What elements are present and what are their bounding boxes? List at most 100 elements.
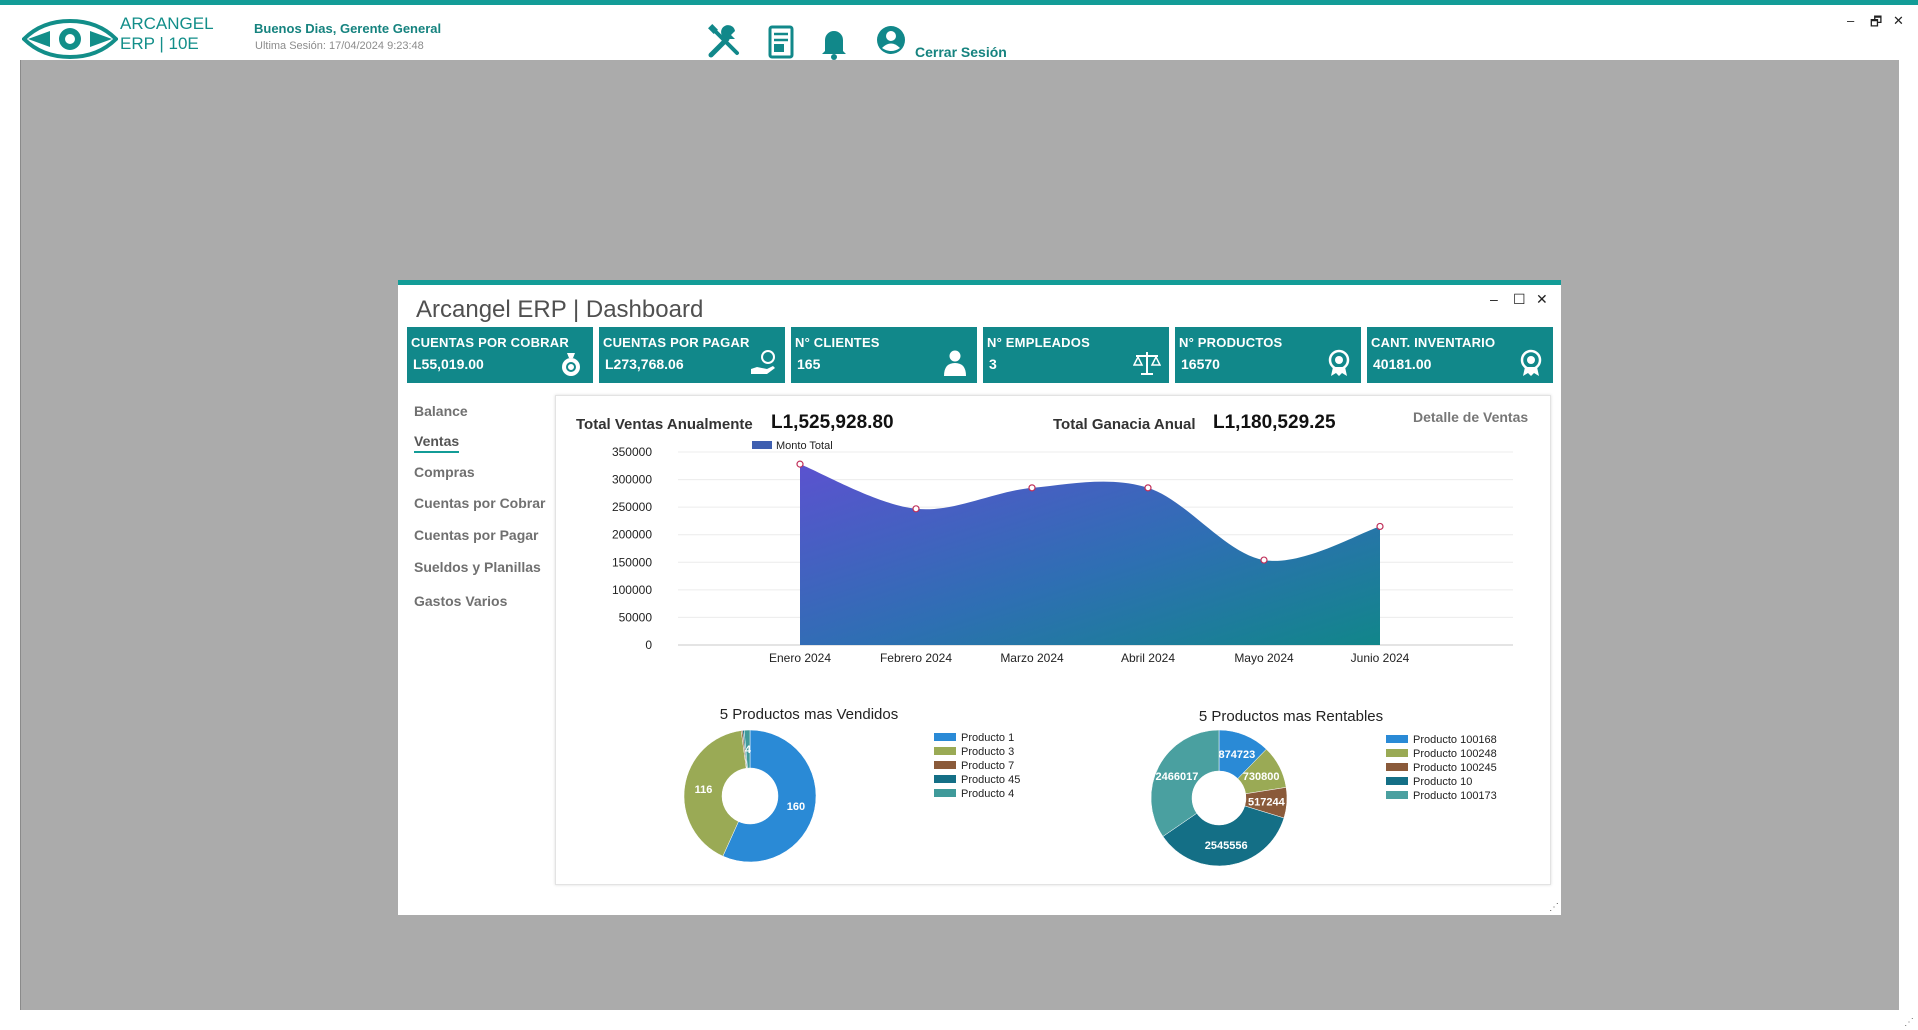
window-resize-grip[interactable]: ⋰ <box>1904 1017 1914 1028</box>
mdi-workspace: Arcangel ERP | Dashboard – ☐ ✕ CUENTAS P… <box>20 60 1899 1010</box>
menu-item-balance[interactable]: Balance <box>414 403 468 419</box>
app-header: ARCANGEL ERP | 10E Buenos Dias, Gerente … <box>0 5 1918 60</box>
vendidos-legend-label: Producto 7 <box>961 760 1014 772</box>
ventas-area-chart: 0 50000 100000 150000 200000 250000 300000 3500… <box>612 440 1513 867</box>
rentables-legend-label: Producto 100168 <box>1413 734 1497 746</box>
card-value: L55,019.00 <box>413 356 484 372</box>
rentables-legend-swatch <box>1386 763 1408 771</box>
app-close-button[interactable]: ✕ <box>1893 13 1904 29</box>
y-tick-label: 350000 <box>612 445 652 459</box>
card-value: 165 <box>797 356 821 372</box>
report-icon[interactable] <box>762 23 800 61</box>
data-point <box>912 505 920 513</box>
vendidos-legend-swatch <box>934 775 956 783</box>
card-value: 40181.00 <box>1373 356 1432 372</box>
resize-grip[interactable]: ⋰ <box>1549 902 1559 913</box>
greeting: Buenos Dias, Gerente General <box>254 21 442 36</box>
app-minimize-button[interactable]: – <box>1847 13 1854 28</box>
rentables-legend-label: Producto 100245 <box>1413 762 1497 774</box>
ventas-panel: Total Ventas Anualmente L1,525,928.80 To… <box>555 395 1551 885</box>
dashboard-title: Arcangel ERP | Dashboard <box>416 296 704 323</box>
data-point <box>1376 522 1384 531</box>
vendidos-title: 5 Productos mas Vendidos <box>720 706 898 723</box>
y-tick-label: 200000 <box>612 528 652 542</box>
rentables-legend-swatch <box>1386 777 1408 785</box>
card-label: N° CLIENTES <box>795 335 880 350</box>
money-bag-icon <box>562 353 580 376</box>
card-value: 16570 <box>1181 356 1220 372</box>
arcangel-logo <box>22 18 118 59</box>
vendidos-slice-label: 4 <box>745 744 752 756</box>
card-cuentas-por-pagar: CUENTAS POR PAGAR L273,768.06 <box>599 327 785 383</box>
vendidos-legend-swatch <box>934 789 956 797</box>
y-tick-label: 50000 <box>619 610 653 624</box>
data-point <box>1260 556 1268 564</box>
award-icon <box>1328 349 1350 376</box>
award-icon <box>1520 349 1542 376</box>
y-tick-label: 150000 <box>612 555 652 569</box>
logo-line-1: ARCANGEL <box>120 14 214 33</box>
vendidos-legend-swatch <box>934 733 956 741</box>
vendidos-slice-label: 160 <box>787 801 805 813</box>
dashboard-maximize-button[interactable]: ☐ <box>1513 291 1526 308</box>
y-tick-label: 300000 <box>612 473 652 487</box>
card-productos: N° PRODUCTOS 16570 <box>1175 327 1361 383</box>
card-label: CANT. INVENTARIO <box>1371 335 1496 350</box>
card-cuentas-por-cobrar: CUENTAS POR COBRAR L55,019.00 <box>407 327 593 383</box>
y-tick-label: 100000 <box>612 583 652 597</box>
card-clientes: N° CLIENTES 165 <box>791 327 977 383</box>
card-label: CUENTAS POR PAGAR <box>603 335 750 350</box>
x-tick-label: Febrero 2024 <box>880 651 952 665</box>
tools-icon[interactable] <box>705 23 743 61</box>
rentables-legend-swatch <box>1386 735 1408 743</box>
data-point <box>1028 484 1036 492</box>
card-value: L273,768.06 <box>605 356 684 372</box>
card-label: CUENTAS POR COBRAR <box>411 335 569 350</box>
dashboard-minimize-button[interactable]: – <box>1490 291 1498 307</box>
bell-icon[interactable] <box>815 23 853 61</box>
card-label: N° PRODUCTOS <box>1179 335 1283 350</box>
vendidos-legend-label: Producto 4 <box>961 788 1014 800</box>
menu-item-cuentas-por-pagar[interactable]: Cuentas por Pagar <box>414 527 538 543</box>
legend-label: Monto Total <box>776 440 833 452</box>
vendidos-slice-label: 116 <box>695 784 713 796</box>
rentables-slice-label: 730800 <box>1243 771 1280 783</box>
series-area-monto-total <box>800 464 1380 645</box>
menu-item-cuentas-por-cobrar[interactable]: Cuentas por Cobrar <box>414 495 545 511</box>
rentables-legend-swatch <box>1386 749 1408 757</box>
y-tick-label: 250000 <box>612 500 652 514</box>
last-session: Ultima Sesión: 17/04/2024 9:23:48 <box>255 40 424 52</box>
rentables-legend-label: Producto 10 <box>1413 776 1472 788</box>
user-icon[interactable] <box>872 23 910 61</box>
menu-item-ventas[interactable]: Ventas <box>414 433 460 453</box>
rentables-slice-label: 874723 <box>1218 749 1255 761</box>
menu-item-sueldos-y-planillas[interactable]: Sueldos y Planillas <box>414 559 541 575</box>
menu-item-gastos-varios[interactable]: Gastos Varios <box>414 593 507 609</box>
card-empleados: N° EMPLEADOS 3 <box>983 327 1169 383</box>
menu-item-compras[interactable]: Compras <box>414 464 475 480</box>
vendidos-legend-label: Producto 3 <box>961 746 1014 758</box>
rentables-slice-label: 2466017 <box>1156 771 1199 783</box>
rentables-slice <box>1150 729 1220 837</box>
vendidos-legend-swatch <box>934 761 956 769</box>
card-inventario: CANT. INVENTARIO 40181.00 <box>1367 327 1553 383</box>
logout-button[interactable]: Cerrar Sesión <box>915 44 1007 60</box>
hand-coin-icon <box>751 350 775 374</box>
rentables-legend-label: Producto 100248 <box>1413 748 1497 760</box>
logo-line-2: ERP | 10E <box>120 34 199 53</box>
legend-swatch <box>752 441 772 449</box>
dashboard-close-button[interactable]: ✕ <box>1536 291 1548 308</box>
x-tick-label: Enero 2024 <box>769 651 831 665</box>
app-restore-button[interactable]: 🗗 <box>1870 13 1882 35</box>
vendidos-legend-label: Producto 1 <box>961 732 1014 744</box>
card-label: N° EMPLEADOS <box>987 335 1090 350</box>
x-tick-label: Marzo 2024 <box>1000 651 1064 665</box>
rentables-slice-label: 2545556 <box>1205 840 1248 852</box>
person-icon <box>944 350 966 376</box>
rentables-legend-swatch <box>1386 791 1408 799</box>
logo-text: ARCANGEL ERP | 10E <box>120 14 214 54</box>
x-tick-label: Mayo 2024 <box>1234 651 1294 665</box>
rentables-legend-label: Producto 100173 <box>1413 790 1497 802</box>
vendidos-legend-label: Producto 45 <box>961 774 1020 786</box>
rentables-slice-label: 517244 <box>1248 796 1286 808</box>
